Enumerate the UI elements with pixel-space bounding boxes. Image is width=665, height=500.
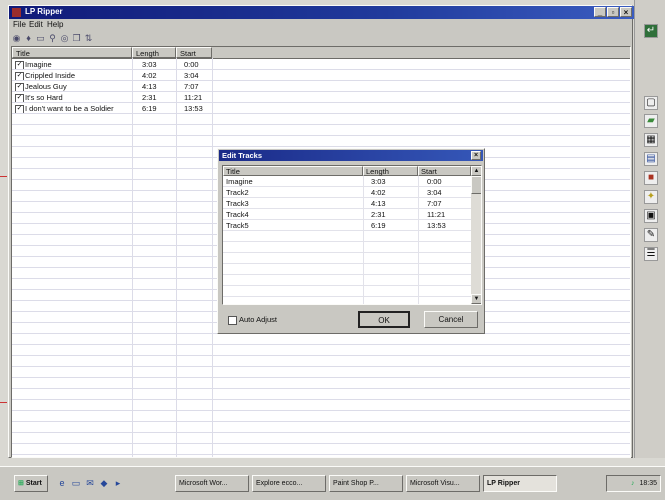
spreadsheet-icon[interactable]: ▤ [644, 152, 658, 166]
list-icon[interactable]: ☰ [644, 247, 658, 261]
grid-line [12, 399, 630, 400]
lightbulb-icon[interactable]: ✦ [644, 190, 658, 204]
start-label: Start [25, 480, 42, 487]
grid-line [12, 454, 630, 455]
grid-line [223, 252, 471, 253]
column-title[interactable]: Title [12, 47, 132, 58]
dialog-title-bar[interactable]: Edit Tracks × [219, 150, 483, 161]
grid-line [223, 274, 471, 275]
quicklaunch-icon[interactable]: ▸ [113, 478, 123, 488]
grid-line [223, 197, 471, 198]
app-tray-icon[interactable]: ↵ [644, 24, 658, 38]
auto-adjust-checkbox[interactable] [228, 316, 237, 325]
grid-line [223, 263, 471, 264]
notes-icon[interactable]: ✎ [644, 228, 658, 242]
ie-icon[interactable]: e [57, 478, 67, 488]
scroll-up-icon[interactable]: ▲ [471, 166, 481, 176]
title-bar[interactable]: LP Ripper _ ▫ × [9, 6, 634, 19]
volume-icon[interactable]: ♪ [631, 480, 635, 487]
grid-line [12, 113, 630, 114]
dialog-scrollbar[interactable]: ▲ ▼ [471, 166, 481, 304]
taskbar: ⊞ Start e ▭ ✉ ◆ ▸ Microsoft Wor... Explo… [0, 466, 665, 500]
media-icon[interactable]: ■ [644, 171, 658, 185]
copy-icon[interactable]: ❐ [72, 34, 81, 43]
edit-tracks-dialog: Edit Tracks × Title Length Start Imagine… [217, 148, 485, 334]
dialog-footer: Auto Adjust OK Cancel [222, 308, 482, 332]
column-length[interactable]: Length [132, 47, 176, 58]
grid-line [12, 124, 630, 125]
window-icon[interactable]: ▣ [644, 209, 658, 223]
windows-logo-icon: ⊞ [18, 480, 24, 487]
grid-line [223, 296, 471, 297]
grid-line [223, 241, 471, 242]
grid-line [223, 219, 471, 220]
dialog-column-title[interactable]: Title [223, 166, 363, 176]
dialog-title: Edit Tracks [222, 151, 263, 160]
grid-line [223, 208, 471, 209]
dialog-column-start[interactable]: Start [418, 166, 471, 176]
split-icon[interactable]: ▭ [36, 34, 45, 43]
grid-line [223, 230, 471, 231]
system-tray: ♪ 18:35 [606, 475, 661, 492]
start-button[interactable]: ⊞ Start [14, 475, 48, 492]
grid-line [12, 355, 630, 356]
dialog-column-length[interactable]: Length [363, 166, 418, 176]
settings-icon[interactable]: ◎ [60, 34, 69, 43]
close-button[interactable]: × [620, 7, 632, 17]
column-start[interactable]: Start [176, 47, 212, 58]
auto-adjust-label: Auto Adjust [239, 315, 277, 324]
folder-icon[interactable]: ▰ [644, 114, 658, 128]
record-icon[interactable]: ◉ [12, 34, 21, 43]
dialog-close-icon[interactable]: × [471, 151, 481, 160]
grid-line [12, 443, 630, 444]
app-icon [12, 8, 21, 17]
menu-edit[interactable]: Edit [29, 20, 43, 29]
task-paintshop[interactable]: Paint Shop P... [329, 475, 403, 492]
cancel-button[interactable]: Cancel [424, 311, 478, 328]
grid-line [12, 135, 630, 136]
grid-line [12, 421, 630, 422]
grid-line [12, 432, 630, 433]
side-toolbar: ↵ ▢ ▰ ▦ ▤ ■ ✦ ▣ ✎ ☰ [634, 0, 665, 458]
menu-bar: File Edit Help [9, 20, 634, 31]
clock: 18:35 [639, 480, 657, 487]
grid-line [12, 80, 630, 81]
menu-help[interactable]: Help [47, 20, 63, 29]
dialog-track-table[interactable]: Title Length Start Imagine 3:03 0:00 Tra… [222, 165, 482, 305]
page-edge-mark [0, 402, 7, 403]
task-visual[interactable]: Microsoft Visu... [406, 475, 480, 492]
grid-line [12, 377, 630, 378]
outlook-icon[interactable]: ✉ [85, 478, 95, 488]
desktop-icon[interactable]: ▭ [71, 478, 81, 488]
task-word[interactable]: Microsoft Wor... [175, 475, 249, 492]
window-title: LP Ripper [25, 7, 63, 16]
grid-line [12, 102, 630, 103]
minimize-button[interactable]: _ [594, 7, 606, 17]
channels-icon[interactable]: ◆ [99, 478, 109, 488]
calculator-icon[interactable]: ▦ [644, 133, 658, 147]
play-icon[interactable]: ♦ [24, 34, 33, 43]
grid-line [12, 146, 630, 147]
list-header: Title Length Start [12, 47, 630, 59]
menu-file[interactable]: File [13, 20, 26, 29]
toolbar: ◉ ♦ ▭ ⚲ ◎ ❐ ⇅ [9, 32, 634, 45]
grid-line [12, 366, 630, 367]
task-lp-ripper[interactable]: LP Ripper [483, 475, 557, 492]
maximize-button[interactable]: ▫ [607, 7, 619, 17]
scroll-thumb[interactable] [471, 176, 481, 194]
grid-line [12, 410, 630, 411]
grid-line [12, 388, 630, 389]
grid-line [12, 69, 630, 70]
sort-icon[interactable]: ⇅ [84, 34, 93, 43]
grid-line [12, 344, 630, 345]
search-icon[interactable]: ⚲ [48, 34, 57, 43]
task-explorer[interactable]: Explore ecco... [252, 475, 326, 492]
grid-line [223, 285, 471, 286]
scroll-down-icon[interactable]: ▼ [471, 294, 481, 304]
page-edge-mark [0, 176, 7, 177]
document-icon[interactable]: ▢ [644, 96, 658, 110]
ok-button[interactable]: OK [358, 311, 410, 328]
grid-line [223, 186, 471, 187]
grid-line [12, 91, 630, 92]
